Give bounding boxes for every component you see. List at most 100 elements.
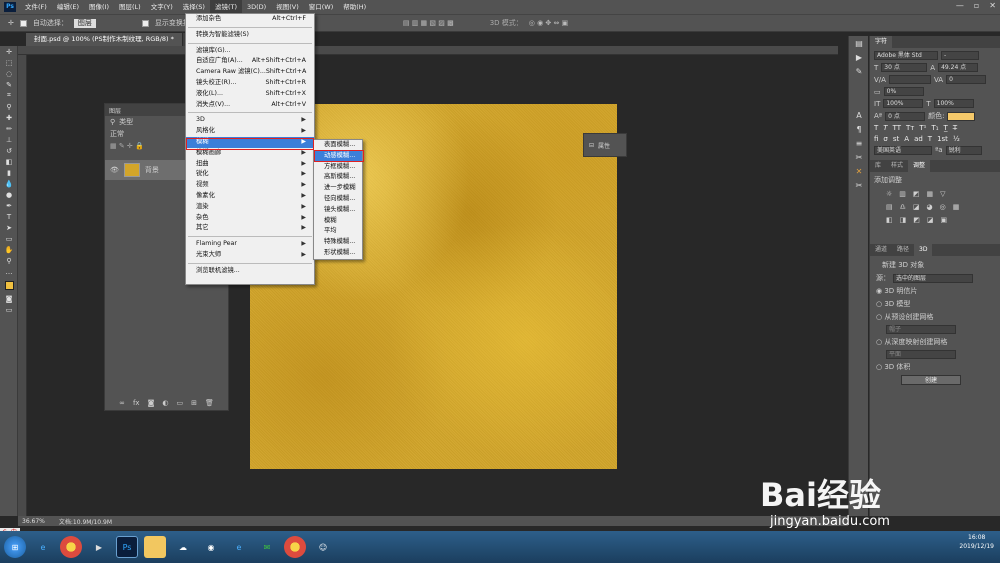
minimize-icon[interactable]: — xyxy=(956,1,964,10)
ie-icon[interactable]: e xyxy=(32,536,54,558)
font-family-field[interactable]: Adobe 黑体 Std xyxy=(874,51,938,60)
link-icon[interactable]: ∞ xyxy=(119,399,125,407)
eyedropper-tool-icon[interactable]: ⚲ xyxy=(0,101,18,112)
menu-item[interactable]: 模糊 xyxy=(314,216,362,227)
show-transform-checkbox[interactable] xyxy=(141,19,149,27)
paragraph-icon[interactable]: ¶ xyxy=(849,122,869,136)
player-icon[interactable]: ◉ xyxy=(200,536,222,558)
option-mesh-preset[interactable]: ○ 从预设创建网格 xyxy=(876,312,994,322)
menu-item[interactable]: 镜头校正(R)... Shift+Ctrl+R xyxy=(186,78,314,89)
play-icon[interactable]: ▶ xyxy=(849,50,869,64)
tab-styles[interactable]: 样式 xyxy=(886,160,908,172)
option-3d-volume[interactable]: ○ 3D 体积 xyxy=(876,362,994,372)
menu-item[interactable]: 镜头模糊... xyxy=(314,205,362,216)
menu-item[interactable]: 渲染 ▶ xyxy=(186,202,314,213)
chrome-icon-2[interactable] xyxy=(284,536,306,558)
menu-item[interactable]: 3D ▶ xyxy=(186,115,314,126)
tab-3d[interactable]: 3D xyxy=(914,244,933,256)
marquee-tool-icon[interactable]: ⬚ xyxy=(0,57,18,68)
brush-preset-icon[interactable]: ✎ xyxy=(849,64,869,78)
chrome-icon[interactable] xyxy=(60,536,82,558)
menu-window[interactable]: 窗口(W) xyxy=(304,0,339,14)
menu-item[interactable]: 其它 ▶ xyxy=(186,223,314,234)
blur-tool-icon[interactable]: 💧 xyxy=(0,178,18,189)
menu-item[interactable]: 径向模糊... xyxy=(314,194,362,205)
option-depth-map[interactable]: ○ 从深度映射创建网格 xyxy=(876,337,994,347)
menu-file[interactable]: 文件(F) xyxy=(20,0,52,14)
tab-adjustments[interactable]: 调整 xyxy=(908,160,931,172)
menu-item[interactable]: 光束大师 ▶ xyxy=(186,250,314,261)
brush-tool-icon[interactable]: ✏ xyxy=(0,123,18,134)
option-3d-postcard[interactable]: ◉ 3D 明信片 xyxy=(876,286,994,296)
tracking-field[interactable]: 0 xyxy=(946,75,987,84)
menu-item[interactable]: 表面模糊... xyxy=(314,140,362,151)
dodge-tool-icon[interactable]: ● xyxy=(0,189,18,200)
text-color-swatch[interactable] xyxy=(947,111,976,121)
menu-item[interactable]: Flaming Pear ▶ xyxy=(186,239,314,250)
edge-icon[interactable]: e xyxy=(228,536,250,558)
tab-paths[interactable]: 路径 xyxy=(892,244,914,256)
history-brush-icon[interactable]: ↺ xyxy=(0,145,18,156)
eraser-tool-icon[interactable]: ◧ xyxy=(0,156,18,167)
adjustment-row-1[interactable]: ☼ ▥ ◩ ▦ ▽ xyxy=(886,190,984,198)
menu-item[interactable]: 自适应广角(A)... Alt+Shift+Ctrl+A xyxy=(186,56,314,67)
maximize-icon[interactable]: ▫ xyxy=(974,1,979,10)
font-style-field[interactable]: - xyxy=(941,51,979,60)
vertical-scale-field[interactable]: 100% xyxy=(883,99,924,108)
gradient-tool-icon[interactable]: ▮ xyxy=(0,167,18,178)
pen-tool-icon[interactable]: ✒ xyxy=(0,200,18,211)
color-swatch-icon[interactable] xyxy=(0,277,18,293)
tab-channels[interactable]: 通道 xyxy=(870,244,892,256)
fx-icon[interactable]: fx xyxy=(133,399,140,407)
menu-item[interactable]: 方框模糊... xyxy=(314,162,362,173)
menu-item[interactable]: 特殊模糊... xyxy=(314,237,362,248)
tsume-field[interactable]: 0% xyxy=(883,87,924,96)
option-3d-model[interactable]: ○ 3D 模型 xyxy=(876,299,994,309)
user-icon[interactable]: ☺ xyxy=(312,536,334,558)
menu-3d[interactable]: 3D(D) xyxy=(242,0,271,14)
menu-item[interactable]: 平均 xyxy=(314,226,362,237)
tab-library[interactable]: 库 xyxy=(870,160,886,172)
crop-tool-icon[interactable]: ⌗ xyxy=(0,90,18,101)
text-style-buttons[interactable]: T T TT Tт T¹ T₁ T̲ T̶ xyxy=(874,124,996,132)
auto-select-checkbox[interactable] xyxy=(19,19,27,27)
menu-item[interactable]: 进一步模糊 xyxy=(314,183,362,194)
start-button-icon[interactable]: ⊞ xyxy=(4,536,26,558)
lock-icons[interactable]: ▦ ✎ ✛ 🔒 xyxy=(110,142,144,150)
menu-view[interactable]: 视图(V) xyxy=(271,0,304,14)
3d-mode-icons[interactable]: ◎ ◉ ✥ ⇔ ▣ xyxy=(529,19,568,27)
language-dropdown[interactable]: 美国英语 xyxy=(874,146,932,155)
tab-document-1[interactable]: 封面.psd @ 100% (PS制作木制纹理, RGB/8) * xyxy=(26,33,183,46)
menu-item[interactable]: 模糊画廊 ▶ xyxy=(186,148,314,159)
auto-select-target-dropdown[interactable]: 图层 xyxy=(73,18,96,28)
history-icon[interactable]: ▤ xyxy=(849,36,869,50)
type-tool-icon[interactable]: T xyxy=(0,211,18,222)
menu-help[interactable]: 帮助(H) xyxy=(338,0,371,14)
properties-panel[interactable]: ⊟ 属性 xyxy=(583,133,627,157)
blend-mode-dropdown[interactable]: 正常 xyxy=(110,129,124,139)
layer-kind-filter[interactable]: 类型 xyxy=(119,117,133,127)
zoom-tool-icon[interactable]: ⚲ xyxy=(0,255,18,266)
system-clock[interactable]: 16:08 2019/12/19 xyxy=(959,533,994,551)
kerning-field[interactable] xyxy=(888,75,931,84)
menu-item[interactable]: 扭曲 ▶ xyxy=(186,159,314,170)
folder-icon[interactable]: ▭ xyxy=(176,399,183,407)
menu-item[interactable]: Camera Raw 滤镜(C)... Shift+Ctrl+A xyxy=(186,67,314,78)
wechat-icon[interactable]: ✉ xyxy=(256,536,278,558)
menu-image[interactable]: 图像(I) xyxy=(84,0,114,14)
folder-taskbar-icon[interactable] xyxy=(144,536,166,558)
baseline-field[interactable]: 0 点 xyxy=(885,111,926,121)
menu-layer[interactable]: 图层(L) xyxy=(114,0,146,14)
layers-panel-title[interactable]: 图层 xyxy=(109,106,121,115)
menu-item[interactable]: 转换为智能滤镜(S) xyxy=(186,30,314,41)
menu-item[interactable]: 杂色 ▶ xyxy=(186,213,314,224)
adjust-icon[interactable]: ≡ xyxy=(849,136,869,150)
menu-item[interactable]: 高斯模糊... xyxy=(314,172,362,183)
cloud-icon[interactable]: ☁ xyxy=(172,536,194,558)
menu-item[interactable]: 像素化 ▶ xyxy=(186,191,314,202)
character-icon[interactable]: A xyxy=(849,108,869,122)
menu-item[interactable]: 形状模糊... xyxy=(314,248,362,259)
new-layer-icon[interactable]: ⊞ xyxy=(191,399,197,407)
adjustment-row-2[interactable]: ▤ ♎ ◪ ◕ ◎ ▦ xyxy=(886,203,984,211)
mask-icon[interactable]: ◙ xyxy=(148,399,155,407)
